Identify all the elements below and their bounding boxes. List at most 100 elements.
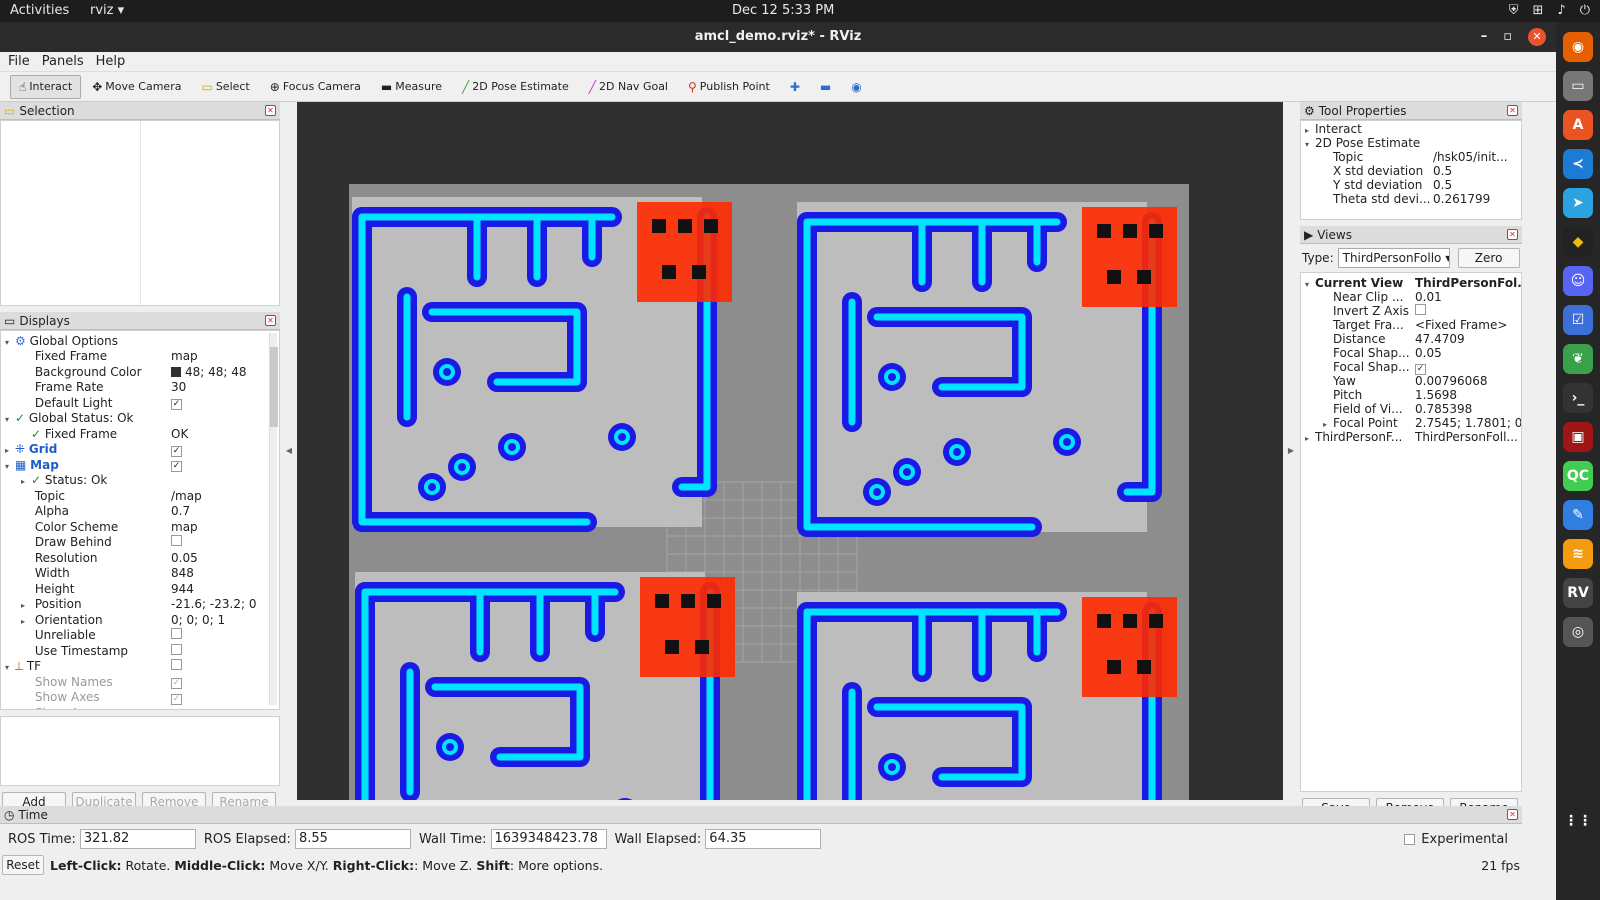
display-row[interactable]: ▸ Orientation 0; 0; 0; 1: [1, 612, 279, 628]
view-property-row[interactable]: ▸ ThirdPersonF... ThirdPersonFoll...: [1301, 430, 1521, 444]
view-property-row[interactable]: Pitch 1.5698: [1301, 388, 1521, 402]
view-property-value[interactable]: 0.05: [1415, 346, 1521, 360]
pose-estimate-tool[interactable]: ╱ 2D Pose Estimate: [453, 75, 578, 99]
wall-time-field[interactable]: 1639348423.78: [490, 829, 607, 849]
publish-point-tool[interactable]: ⚲ Publish Point: [679, 75, 779, 99]
display-row[interactable]: Color Scheme map: [1, 519, 279, 535]
expand-arrow-icon[interactable]: ▾: [5, 663, 15, 672]
map-render[interactable]: [297, 102, 1283, 800]
shield-icon[interactable]: ⛨: [1509, 3, 1519, 18]
display-row[interactable]: Draw Behind: [1, 535, 279, 551]
text-editor-icon[interactable]: ✎: [1563, 500, 1593, 530]
display-checkbox[interactable]: [171, 628, 182, 640]
software-icon[interactable]: A: [1563, 110, 1593, 140]
expand-arrow-icon[interactable]: ▸: [1305, 434, 1315, 443]
disc-icon[interactable]: ◎: [1563, 617, 1593, 647]
network-icon[interactable]: ⊞: [1533, 3, 1544, 18]
display-row-value[interactable]: map: [171, 349, 198, 363]
tool-property-value[interactable]: 0.5: [1433, 164, 1513, 178]
display-row[interactable]: Frame Rate 30: [1, 380, 279, 396]
view-property-row[interactable]: Focal Shap... 0.05: [1301, 346, 1521, 360]
displays-scrollbar[interactable]: [269, 333, 278, 705]
tool-property-value[interactable]: 0.5: [1433, 178, 1513, 192]
volume-icon[interactable]: ♪: [1557, 3, 1565, 18]
display-row[interactable]: Fixed Frame map: [1, 349, 279, 365]
app-menu[interactable]: rviz ▾: [90, 3, 124, 18]
app-grid-icon[interactable]: ⋮⋮: [1563, 806, 1593, 836]
reset-button[interactable]: Reset: [2, 855, 44, 875]
display-row[interactable]: Show Arrows ✓: [1, 705, 279, 709]
display-checkbox[interactable]: ✓: [171, 678, 182, 690]
display-row-value[interactable]: -21.6; -23.2; 0: [171, 597, 256, 611]
tool-properties-tree[interactable]: ▸ Interact ▾ 2D Pose Estimate Topic/hsk05/in…: [1300, 120, 1522, 220]
interact-tool[interactable]: ☝ Interact: [10, 74, 82, 99]
view-property-row[interactable]: ▸ Focal Point 2.7545; 1.7801; 0: [1301, 416, 1521, 430]
display-row[interactable]: Background Color 48; 48; 48: [1, 364, 279, 380]
view-property-row[interactable]: Yaw 0.00796068: [1301, 374, 1521, 388]
telegram-icon[interactable]: ➤: [1563, 188, 1593, 218]
rviz-icon[interactable]: RV: [1563, 578, 1593, 608]
media-icon[interactable]: ▣: [1563, 422, 1593, 452]
move-camera-tool[interactable]: ✥ Move Camera: [83, 75, 190, 99]
display-checkbox[interactable]: [171, 659, 182, 671]
expand-arrow-icon[interactable]: ▸: [21, 617, 31, 626]
activities-button[interactable]: Activities: [10, 3, 69, 18]
expand-arrow-icon[interactable]: ▸: [5, 446, 15, 455]
selection-tree[interactable]: [0, 120, 280, 306]
expand-arrow-icon[interactable]: ▾: [5, 415, 15, 424]
vscode-icon[interactable]: ≺: [1563, 149, 1593, 179]
view-type-select[interactable]: ThirdPersonFollo ▾: [1337, 248, 1450, 268]
display-row[interactable]: Show Axes ✓: [1, 690, 279, 706]
display-row-value[interactable]: 848: [171, 566, 194, 580]
tasks-icon[interactable]: ☑: [1563, 305, 1593, 335]
close-icon[interactable]: ✕: [1528, 28, 1546, 46]
display-row-value[interactable]: /map: [171, 489, 202, 503]
display-checkbox[interactable]: [171, 643, 182, 655]
maximize-icon[interactable]: ▫: [1503, 22, 1512, 52]
view-property-value[interactable]: 0.785398: [1415, 402, 1521, 416]
files-icon[interactable]: ▭: [1563, 71, 1593, 101]
display-checkbox[interactable]: ✓: [171, 693, 182, 705]
focus-camera-tool[interactable]: ⊕ Focus Camera: [261, 75, 370, 99]
display-row[interactable]: ▾ ⟂ TF: [1, 659, 279, 675]
display-checkbox[interactable]: [171, 535, 182, 547]
display-checkbox[interactable]: ✓: [171, 461, 182, 473]
display-row[interactable]: Width 848: [1, 566, 279, 582]
wall-elapsed-field[interactable]: 64.35: [705, 829, 822, 849]
displays-close-icon[interactable]: ✕: [265, 315, 276, 326]
window-titlebar[interactable]: amcl_demo.rviz* - RViz – ▫ ✕: [0, 22, 1556, 52]
view-property-value[interactable]: 1.5698: [1415, 388, 1521, 402]
menu-panels[interactable]: Panels: [42, 52, 84, 71]
leaf-icon[interactable]: ❦: [1563, 344, 1593, 374]
tool-property-value[interactable]: 0.261799: [1433, 192, 1513, 206]
display-row-value[interactable]: 48; 48; 48: [185, 365, 247, 379]
zero-button[interactable]: Zero: [1457, 248, 1520, 268]
minimize-icon[interactable]: –: [1481, 22, 1488, 52]
measure-tool[interactable]: ▬ Measure: [372, 75, 451, 99]
expand-arrow-icon[interactable]: ▾: [1305, 140, 1315, 149]
experimental-checkbox[interactable]: [1404, 833, 1416, 845]
remove-tool-button[interactable]: ▬: [811, 75, 840, 99]
view-property-row[interactable]: Invert Z Axis: [1301, 304, 1521, 318]
view-property-row[interactable]: Focal Shap... ✓: [1301, 360, 1521, 375]
displays-tree[interactable]: ▾ ⚙ Global Options Fixed Frame map Backgro…: [0, 330, 280, 710]
nav-goal-tool[interactable]: ╱ 2D Nav Goal: [580, 75, 677, 99]
display-row[interactable]: Unreliable: [1, 628, 279, 644]
tool-property-row[interactable]: ▾ 2D Pose Estimate: [1301, 136, 1521, 150]
ros-elapsed-field[interactable]: 8.55: [294, 829, 411, 849]
expand-arrow-icon[interactable]: ▸: [21, 477, 31, 486]
ros-time-field[interactable]: 321.82: [79, 829, 196, 849]
display-row[interactable]: ▸ ✓ Status: Ok: [1, 473, 279, 489]
view-property-row[interactable]: Near Clip ... 0.01: [1301, 290, 1521, 304]
views-close-icon[interactable]: ✕: [1507, 229, 1518, 240]
display-row-value[interactable]: OK: [171, 427, 188, 441]
view-property-value[interactable]: ThirdPersonFol...: [1415, 276, 1521, 290]
tool-property-row[interactable]: ▸ Interact: [1301, 122, 1521, 136]
menu-file[interactable]: File: [8, 52, 30, 71]
view-property-row[interactable]: Target Fra... <Fixed Frame>: [1301, 318, 1521, 332]
tool-property-row[interactable]: Y std deviation 0.5: [1301, 178, 1521, 192]
power-icon[interactable]: ⏻: [1580, 3, 1590, 18]
view-property-value[interactable]: <Fixed Frame>: [1415, 318, 1521, 332]
color-swatch[interactable]: [171, 366, 181, 377]
camera-type-button[interactable]: ◉: [842, 75, 870, 99]
